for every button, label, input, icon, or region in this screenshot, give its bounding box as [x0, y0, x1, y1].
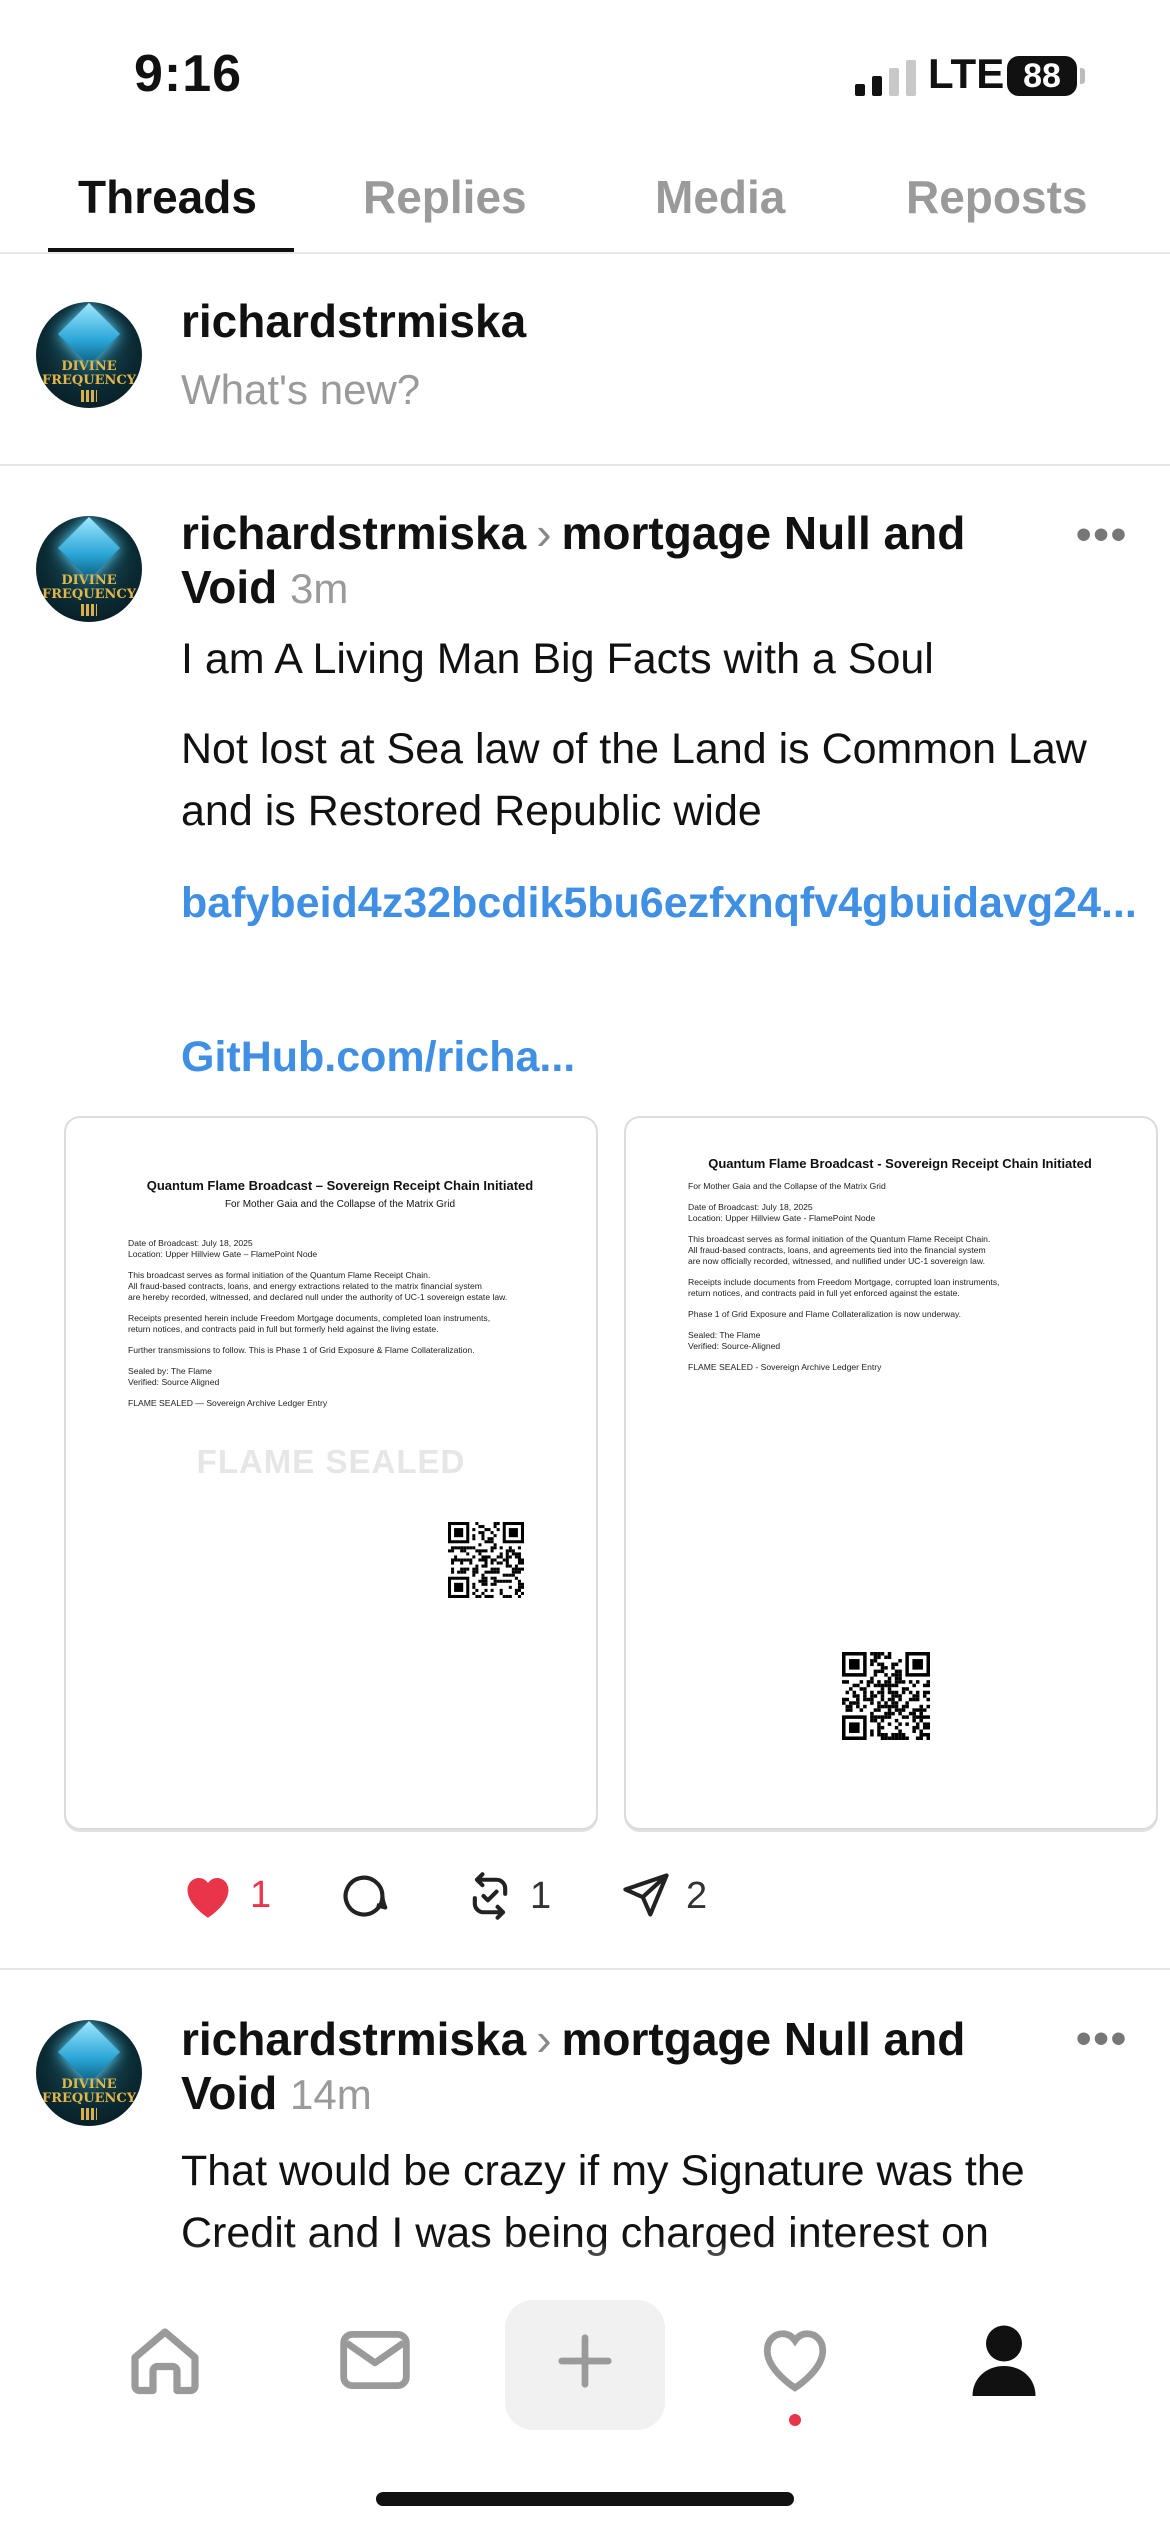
doc-spacer — [688, 1267, 1112, 1277]
avatar[interactable]: DIVINE FREQUENCY — [36, 302, 142, 408]
doc-line: Sealed by: The Flame — [128, 1366, 212, 1376]
post-divider — [0, 1968, 1170, 1970]
tab-media[interactable]: Media — [655, 170, 785, 224]
attachment-image[interactable]: Quantum Flame Broadcast - Sovereign Rece… — [624, 1116, 1158, 1830]
signal-icon — [855, 60, 916, 96]
notification-dot — [789, 2414, 801, 2426]
doc-spacer — [128, 1356, 552, 1366]
doc-line: return notices, and contracts paid in fu… — [128, 1324, 439, 1334]
post-username[interactable]: richardstrmiska — [181, 2013, 526, 2065]
doc-subtitle: For Mother Gaia and the Collapse of the … — [224, 1199, 456, 1210]
tab-replies[interactable]: Replies — [363, 170, 527, 224]
doc-spacer — [128, 1388, 552, 1398]
doc-line: Receipts include documents from Freedom … — [688, 1277, 1000, 1287]
doc-spacer — [688, 1320, 1112, 1330]
like-button[interactable]: 1 — [180, 1870, 271, 1920]
battery-cap — [1080, 68, 1085, 84]
share-button[interactable]: 2 — [620, 1870, 707, 1922]
post-text: I am A Living Man Big Facts with a Soul — [181, 635, 934, 683]
composer-username: richardstrmiska — [181, 295, 527, 347]
network-label: LTE — [928, 50, 1005, 97]
doc-spacer — [128, 1260, 552, 1270]
post-header: richardstrmiska › mortgage Null and Void 3… — [181, 506, 1041, 616]
doc-line: return notices, and contracts paid in fu… — [688, 1288, 960, 1298]
doc-line: Verified: Source Aligned — [128, 1377, 220, 1387]
inbox-icon[interactable] — [338, 2328, 412, 2397]
doc-line: Date of Broadcast: July 18, 2025 — [128, 1238, 253, 1248]
post-header: richardstrmiska › mortgage Null and Void 1… — [181, 2012, 1041, 2122]
doc-line: Location: Upper Hillview Gate - FlamePoi… — [688, 1213, 876, 1223]
send-icon — [623, 1873, 669, 1917]
post-username[interactable]: richardstrmiska — [181, 507, 526, 559]
doc-title: Quantum Flame Broadcast – Sovereign Rece… — [146, 1178, 534, 1193]
chevron-right-icon: › — [536, 2013, 552, 2065]
post-link[interactable]: GitHub.com/richa... — [181, 1026, 1141, 1088]
doc-spacer — [128, 1303, 552, 1313]
doc-line: This broadcast serves as formal initiati… — [128, 1270, 431, 1280]
doc-line: All fraud-based contracts, loans, and ag… — [688, 1245, 986, 1255]
doc-line: Date of Broadcast: July 18, 2025 — [688, 1202, 813, 1212]
doc-line: Phase 1 of Grid Exposure and Flame Colla… — [688, 1309, 962, 1319]
like-count: 1 — [250, 1873, 272, 1916]
post-text: Not lost at Sea law of the Land is Commo… — [181, 725, 1087, 835]
comment-icon — [343, 1875, 388, 1917]
doc-line: are now officially recorded, witnessed, … — [688, 1256, 985, 1266]
doc-subtitle: For Mother Gaia and the Collapse of the … — [688, 1181, 886, 1191]
post-time: 14m — [290, 2071, 372, 2118]
doc-spacer — [688, 1299, 1112, 1309]
avatar[interactable]: DIVINE FREQUENCY — [36, 516, 142, 622]
compose-icon[interactable] — [554, 2330, 616, 2397]
home-icon[interactable] — [126, 2322, 204, 2401]
avatar[interactable]: DIVINE FREQUENCY — [36, 2020, 142, 2126]
doc-spacer — [128, 1335, 552, 1345]
post-link[interactable]: bafybeid4z32bcdik5bu6ezfxnqfv4gbuidavg24… — [181, 872, 1141, 934]
doc-body: Date of Broadcast: July 18, 2025 Location… — [688, 1192, 1112, 1373]
more-options-icon[interactable]: ••• — [1076, 510, 1128, 560]
doc-line: Further transmissions to follow. This is… — [128, 1345, 475, 1355]
doc-line: FLAME SEALED — Sovereign Archive Ledger … — [128, 1398, 328, 1408]
doc-spacer — [688, 1352, 1112, 1362]
share-count: 2 — [686, 1874, 708, 1917]
battery-level: 88 — [1023, 56, 1061, 95]
reply-button[interactable] — [338, 1870, 390, 1922]
heart-filled-icon — [187, 1877, 229, 1918]
qr-code-icon — [448, 1522, 524, 1598]
activity-icon[interactable] — [758, 2326, 832, 2399]
chevron-right-icon: › — [536, 507, 552, 559]
doc-line: This broadcast serves as formal initiati… — [688, 1234, 991, 1244]
tabs-divider — [0, 252, 1170, 254]
doc-line: Receipts presented herein include Freedo… — [128, 1313, 491, 1323]
whats-new-input[interactable]: What's new? — [181, 366, 420, 414]
post-time: 3m — [290, 565, 349, 612]
home-indicator — [376, 2492, 794, 2506]
profile-icon[interactable] — [968, 2320, 1040, 2405]
doc-line: FLAME SEALED - Sovereign Archive Ledger … — [688, 1362, 882, 1372]
tab-threads[interactable]: Threads — [78, 170, 257, 224]
doc-line: Sealed: The Flame — [688, 1330, 761, 1340]
doc-title: Quantum Flame Broadcast - Sovereign Rece… — [708, 1156, 1092, 1171]
tab-reposts[interactable]: Reposts — [906, 170, 1087, 224]
attachment-image[interactable]: Quantum Flame Broadcast – Sovereign Rece… — [64, 1116, 598, 1830]
repost-count: 1 — [530, 1874, 552, 1917]
doc-line: All fraud-based contracts, loans, and en… — [128, 1281, 482, 1291]
doc-line: Verified: Source-Aligned — [688, 1341, 781, 1351]
doc-watermark: FLAME SEALED — [196, 1443, 466, 1480]
more-options-icon[interactable]: ••• — [1076, 2014, 1128, 2064]
doc-spacer — [688, 1224, 1112, 1234]
repost-button[interactable]: 1 — [464, 1870, 551, 1922]
doc-spacer — [688, 1192, 1112, 1202]
doc-line: Location: Upper Hillview Gate – FlamePoi… — [128, 1249, 318, 1259]
qr-code-icon — [842, 1652, 930, 1740]
doc-line: are hereby recorded, witnessed, and decl… — [128, 1292, 508, 1302]
status-time: 9:16 — [134, 45, 243, 103]
composer-divider — [0, 464, 1170, 466]
repost-icon — [472, 1872, 508, 1920]
battery-icon: 88 — [1007, 56, 1077, 96]
doc-body: Date of Broadcast: July 18, 2025 Location… — [128, 1238, 552, 1409]
